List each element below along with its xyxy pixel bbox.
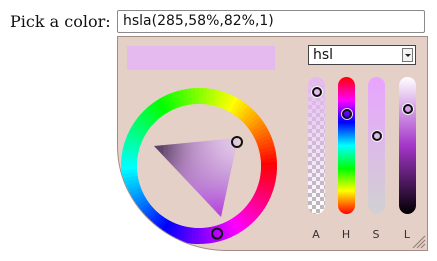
alpha-caption: A [312, 228, 320, 241]
lightness-handle[interactable] [402, 104, 413, 115]
resize-grip-icon[interactable] [412, 235, 426, 249]
color-input[interactable]: hsla(285,58%,82%,1) [117, 10, 425, 33]
saturation-slider[interactable] [368, 77, 385, 214]
alpha-handle[interactable] [311, 87, 322, 98]
color-picker-panel: hsl A H S L [117, 36, 428, 251]
alpha-slider[interactable] [308, 77, 325, 214]
lightness-slider[interactable] [399, 77, 416, 214]
saturation-caption: S [372, 228, 380, 241]
hue-slider-handle[interactable] [341, 109, 352, 120]
hue-caption: H [341, 228, 351, 241]
hue-slider[interactable] [338, 77, 355, 214]
saturation-handle[interactable] [371, 130, 382, 141]
field-label: Pick a color: [10, 12, 111, 31]
